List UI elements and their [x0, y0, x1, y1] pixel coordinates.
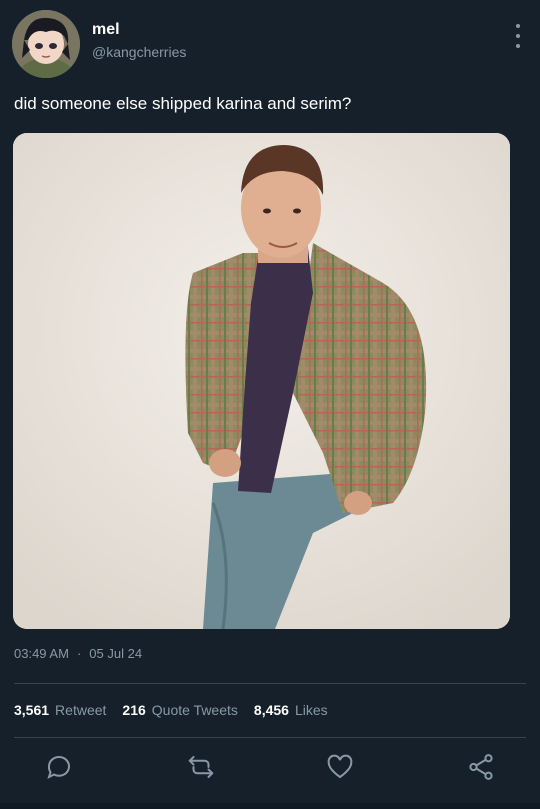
- avatar[interactable]: [12, 10, 80, 78]
- tweet-header: mel @kangcherries: [12, 10, 528, 80]
- divider: [14, 683, 526, 684]
- reply-icon[interactable]: [44, 752, 76, 784]
- like-icon[interactable]: [325, 752, 357, 784]
- action-bar: [0, 752, 540, 788]
- tweet-date: 05 Jul 24: [89, 646, 143, 661]
- display-name[interactable]: mel: [92, 21, 120, 39]
- retweet-count[interactable]: 3,561 Retweet: [14, 702, 106, 718]
- divider: [14, 737, 526, 738]
- tweet-time: 03:49 AM: [14, 646, 69, 661]
- tweet-stats: 3,561 Retweet 216 Quote Tweets 8,456 Likes: [14, 702, 328, 718]
- quote-tweet-count[interactable]: 216 Quote Tweets: [122, 702, 238, 718]
- tweet: mel @kangcherries did someone else shipp…: [0, 0, 540, 809]
- retweet-icon[interactable]: [186, 752, 218, 784]
- tweet-timestamp[interactable]: 03:49 AM · 05 Jul 24: [14, 646, 142, 661]
- like-count[interactable]: 8,456 Likes: [254, 702, 328, 718]
- share-icon[interactable]: [466, 752, 498, 784]
- tweet-text: did someone else shipped karina and seri…: [14, 94, 352, 113]
- tweet-image[interactable]: [13, 133, 510, 629]
- bottom-edge: [0, 803, 540, 809]
- user-handle[interactable]: @kangcherries: [92, 44, 186, 60]
- separator-dot: ·: [76, 646, 82, 661]
- more-options-icon[interactable]: [508, 24, 528, 48]
